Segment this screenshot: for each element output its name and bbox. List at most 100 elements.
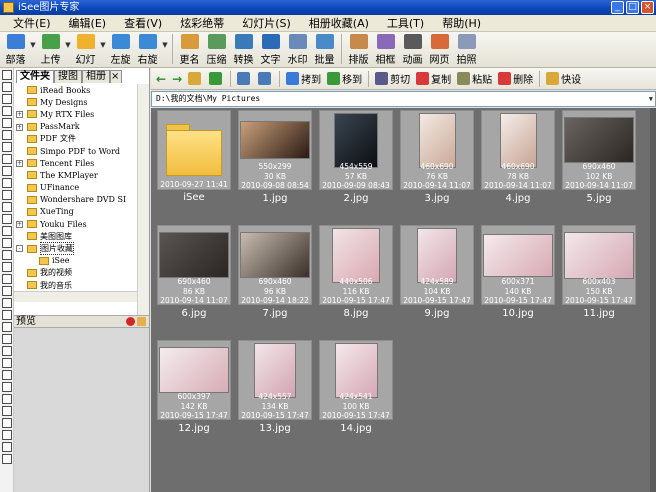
nav-button-up-folder[interactable] — [185, 70, 206, 88]
maximize-button[interactable]: □ — [626, 1, 639, 14]
expand-toggle-icon[interactable]: + — [16, 123, 23, 131]
checkbox[interactable] — [2, 70, 12, 80]
menu-item-2[interactable]: 查看(V) — [115, 15, 171, 31]
checkbox[interactable] — [2, 118, 12, 128]
thumbnail-cell[interactable]: 454x559 57 KB 2010-09-09 08:43 2.jpg — [319, 110, 393, 218]
checkbox[interactable] — [2, 274, 12, 284]
toolbar-button-rotate-right[interactable]: 右旋 — [134, 32, 161, 66]
tab-folders[interactable]: 文件夹 — [16, 70, 54, 83]
thumbnail-cell[interactable]: 424x541 100 KB 2010-09-15 17:47 14.jpg — [319, 340, 393, 448]
checkbox[interactable] — [2, 202, 12, 212]
tree-item[interactable]: + My RTX Files — [14, 108, 136, 120]
nav-button-sort[interactable] — [255, 70, 276, 88]
menu-item-4[interactable]: 幻灯片(S) — [233, 15, 300, 31]
menu-item-7[interactable]: 帮助(H) — [433, 15, 490, 31]
tree-item[interactable]: 美图图库 — [14, 230, 136, 242]
nav-button-copy[interactable]: 复制 — [413, 70, 454, 88]
checkbox[interactable] — [2, 250, 12, 260]
checkbox[interactable] — [2, 442, 12, 452]
tree-item[interactable]: + Tencent Files — [14, 157, 136, 169]
tree-item[interactable]: PDF 文件 — [14, 133, 136, 145]
nav-button-move-to[interactable]: 移到 — [324, 70, 365, 88]
nav-button-view-mode[interactable] — [234, 70, 255, 88]
chevron-down-icon[interactable]: ▼ — [29, 32, 37, 49]
nav-button-delete[interactable]: 删除 — [495, 70, 536, 88]
address-bar[interactable]: D:\我的文档\My Pictures ▼ — [151, 91, 656, 107]
thumbnail-cell[interactable]: 690x460 96 KB 2010-09-14 18:22 7.jpg — [238, 225, 312, 333]
thumbnail-cell[interactable]: 460x690 76 KB 2010-09-14 11:07 3.jpg — [400, 110, 474, 218]
toolbar-button-layout[interactable]: 排版 — [345, 32, 372, 66]
thumbnail-cell[interactable]: 460x690 78 KB 2010-09-14 11:07 4.jpg — [481, 110, 555, 218]
toolbar-button-text[interactable]: 文字 — [257, 32, 284, 66]
tree-item[interactable]: + PassMark — [14, 121, 136, 133]
toolbar-button-rotate-left[interactable]: 左旋 — [107, 32, 134, 66]
chevron-down-icon[interactable]: ▼ — [64, 32, 72, 49]
tree-item[interactable]: Wondershare DVD SI — [14, 194, 136, 206]
menu-item-6[interactable]: 工具(T) — [378, 15, 433, 31]
toolbar-button-webcam[interactable]: 拍照 — [453, 32, 480, 66]
checkbox[interactable] — [2, 358, 12, 368]
tree-vertical-scrollbar[interactable] — [137, 84, 149, 317]
tree-item[interactable]: 我的视频 — [14, 267, 136, 279]
minimize-button[interactable]: _ — [611, 1, 624, 14]
tree-item[interactable]: Simpo PDF to Word — [14, 145, 136, 157]
menu-item-0[interactable]: 文件(E) — [4, 15, 60, 31]
checkbox[interactable] — [2, 226, 12, 236]
thumbnail-cell[interactable]: 600x371 140 KB 2010-09-15 17:47 10.jpg — [481, 225, 555, 333]
menu-item-1[interactable]: 编辑(E) — [60, 15, 116, 31]
checkbox[interactable] — [2, 322, 12, 332]
tree-item[interactable]: + Youku Files — [14, 218, 136, 230]
tree-item[interactable]: UFinance — [14, 182, 136, 194]
thumbnail-cell[interactable]: 440x506 116 KB 2010-09-15 17:47 8.jpg — [319, 225, 393, 333]
toolbar-button-watermark[interactable]: 水印 — [284, 32, 311, 66]
checkbox[interactable] — [2, 406, 12, 416]
toolbar-button-film[interactable]: 动画 — [399, 32, 426, 66]
toolbar-button-webpage[interactable]: 网页 — [426, 32, 453, 66]
tree-item[interactable]: XueTing — [14, 206, 136, 218]
address-dropdown-icon[interactable]: ▼ — [649, 92, 653, 106]
menu-item-5[interactable]: 相册收藏(A) — [300, 15, 378, 31]
checkbox[interactable] — [2, 394, 12, 404]
thumbnail-cell[interactable]: 690x460 102 KB 2010-09-14 11:07 5.jpg — [562, 110, 636, 218]
checkbox[interactable] — [2, 382, 12, 392]
tree-horizontal-scrollbar[interactable] — [14, 291, 137, 302]
forward-arrow-icon[interactable]: → — [169, 72, 185, 86]
expand-toggle-icon[interactable]: - — [16, 245, 23, 253]
tree-item[interactable]: - 图片收藏 — [14, 242, 136, 256]
toolbar-button-slideshow[interactable]: 幻灯 — [72, 32, 99, 66]
tab-album[interactable]: 相册 — [82, 70, 110, 83]
chevron-down-icon[interactable]: ▼ — [161, 32, 169, 49]
nav-button-refresh[interactable] — [206, 70, 227, 88]
thumbnail-cell[interactable]: 600x403 150 KB 2010-09-15 17:47 11.jpg — [562, 225, 636, 333]
checkbox[interactable] — [2, 298, 12, 308]
tree-item[interactable]: My Designs — [14, 96, 136, 108]
checkbox[interactable] — [2, 94, 12, 104]
thumbnail-cell[interactable]: 600x397 142 KB 2010-09-15 17:47 12.jpg — [157, 340, 231, 448]
checkbox[interactable] — [2, 166, 12, 176]
nav-button-quick-set[interactable]: 快设 — [543, 70, 584, 88]
thumbnail-frame[interactable] — [157, 110, 231, 190]
checkbox[interactable] — [2, 346, 12, 356]
back-arrow-icon[interactable]: ← — [153, 72, 169, 86]
checkbox[interactable] — [2, 334, 12, 344]
tree-item[interactable]: iSee — [14, 255, 136, 267]
expand-toggle-icon[interactable]: + — [16, 111, 23, 119]
checkbox[interactable] — [2, 214, 12, 224]
nav-button-copy-to[interactable]: 拷到 — [283, 70, 324, 88]
nav-button-scissors[interactable]: 剪切 — [372, 70, 413, 88]
toolbar-button-upload[interactable]: 上传 — [37, 32, 64, 66]
qq-icon[interactable] — [126, 317, 135, 326]
tree-item[interactable]: The KMPlayer — [14, 169, 136, 181]
toolbar-button-frame[interactable]: 相框 — [372, 32, 399, 66]
checkbox[interactable] — [2, 106, 12, 116]
toolbar-button-convert[interactable]: 转换 — [230, 32, 257, 66]
checkbox[interactable] — [2, 82, 12, 92]
checkbox[interactable] — [2, 454, 12, 464]
checkbox[interactable] — [2, 418, 12, 428]
nav-button-paste[interactable]: 粘贴 — [454, 70, 495, 88]
grid-scrollbar[interactable] — [650, 108, 656, 492]
thumbnail-cell[interactable]: 424x589 104 KB 2010-09-15 17:47 9.jpg — [400, 225, 474, 333]
thumbnail-cell[interactable]: 2010-09-27 11:41 iSee — [157, 110, 231, 218]
tree-item[interactable]: iRead Books — [14, 84, 136, 96]
checkbox[interactable] — [2, 154, 12, 164]
